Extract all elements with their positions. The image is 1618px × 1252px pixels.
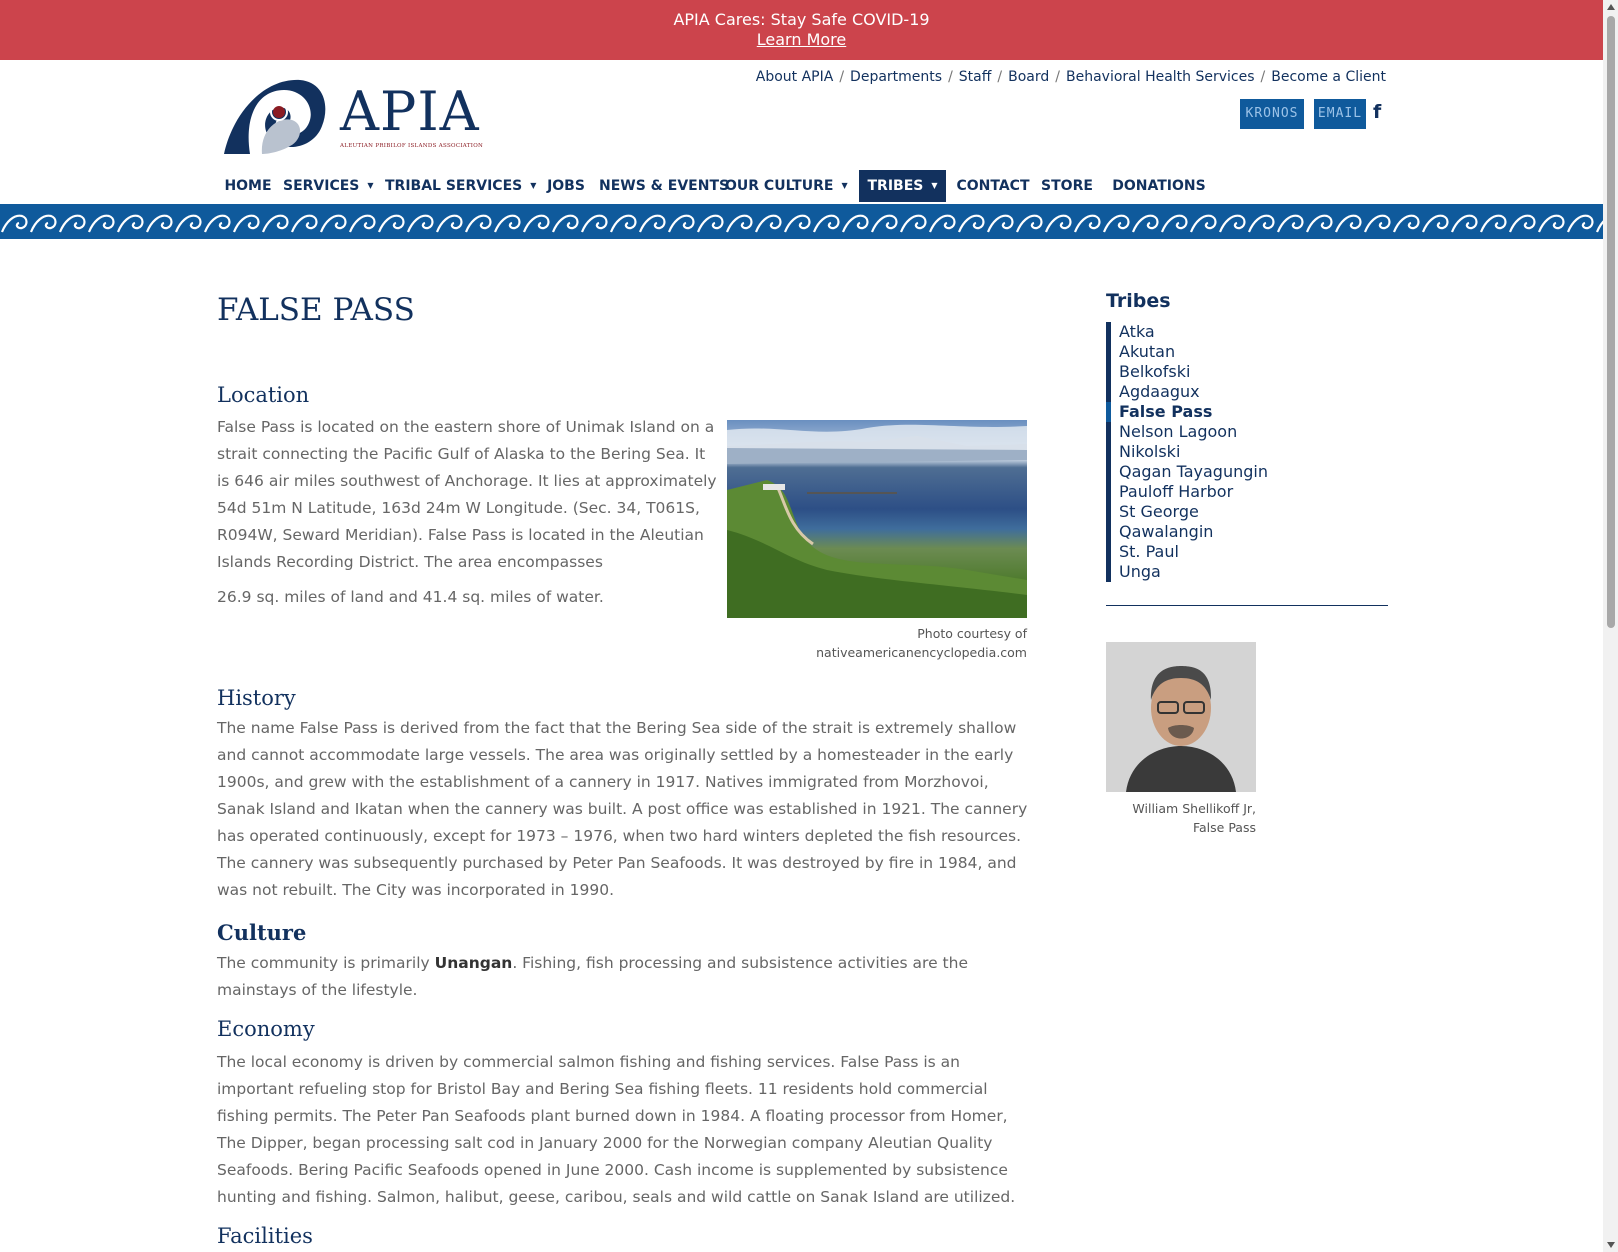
tribe-list: Atka Akutan Belkofski Agdaagux False Pas… [1106, 322, 1268, 582]
covid-alert-banner: APIA Cares: Stay Safe COVID-19 Learn Mor… [0, 0, 1603, 60]
history-heading: History [217, 686, 296, 710]
photo-caption: Photo courtesy of nativeamericanencyclop… [727, 624, 1027, 662]
tribe-link-qagan-tayagungin[interactable]: Qagan Tayagungin [1106, 462, 1268, 482]
nav-news-events[interactable]: NEWS & EVENTS [599, 170, 729, 202]
alert-text: APIA Cares: Stay Safe COVID-19 [673, 10, 930, 29]
economy-heading: Economy [217, 1017, 315, 1041]
caret-down-icon: ▼ [841, 181, 848, 190]
portrait-caption-name: William Shellikoff Jr, [1132, 801, 1256, 816]
caret-down-icon: ▼ [367, 181, 374, 190]
page-title: FALSE PASS [217, 292, 415, 328]
learn-more-link[interactable]: Learn More [757, 30, 846, 49]
nav-news-events-label: NEWS & EVENTS [599, 178, 730, 194]
page-scrollbar[interactable] [1603, 0, 1618, 1252]
tribe-link-belkofski[interactable]: Belkofski [1106, 362, 1268, 382]
nav-donations-label: DONATIONS [1112, 178, 1206, 194]
wave-swirl-icon [224, 79, 326, 154]
economy-text: The local economy is driven by commercia… [217, 1053, 1016, 1206]
tribe-link-qawalangin[interactable]: Qawalangin [1106, 522, 1268, 542]
utility-link-behavioral-health[interactable]: Behavioral Health Services [1066, 69, 1255, 85]
nav-jobs-label: JOBS [547, 178, 585, 194]
location-text-area: 26.9 sq. miles of land and 41.4 sq. mile… [217, 588, 604, 606]
landscape-image [727, 424, 1027, 618]
utility-link-about[interactable]: About APIA [756, 69, 834, 85]
false-pass-photo [727, 420, 1027, 618]
tribe-link-agdaagux[interactable]: Agdaagux [1106, 382, 1268, 402]
nav-tribal-services-label: TRIBAL SERVICES [385, 178, 523, 194]
tribe-link-akutan[interactable]: Akutan [1106, 342, 1268, 362]
location-heading: Location [217, 383, 310, 407]
tribe-link-nelson-lagoon[interactable]: Nelson Lagoon [1106, 422, 1268, 442]
nav-our-culture[interactable]: OUR CULTURE ▼ [725, 170, 848, 202]
tribe-link-unga[interactable]: Unga [1106, 562, 1268, 582]
scrollbar-thumb[interactable] [1607, 16, 1615, 628]
facilities-heading: Facilities [217, 1224, 313, 1248]
nav-our-culture-label: OUR CULTURE [725, 178, 834, 194]
utility-link-become-client[interactable]: Become a Client [1271, 69, 1386, 85]
apia-logo[interactable]: APIA ALEUTIAN PRIBILOF ISLANDS ASSOCIATI… [222, 76, 492, 156]
portrait-caption: William Shellikoff Jr, False Pass [1106, 799, 1256, 837]
person-photo [1106, 642, 1256, 792]
culture-text-pre: The community is primarily [217, 954, 435, 972]
nav-tribal-services[interactable]: TRIBAL SERVICES ▼ [385, 170, 536, 202]
nav-jobs[interactable]: JOBS [543, 170, 589, 202]
culture-text-unangan: Unangan [434, 954, 513, 972]
scroll-up-icon[interactable] [1607, 4, 1615, 10]
nav-contact-label: CONTACT [956, 178, 1030, 194]
nav-tribes-label: TRIBES [867, 178, 924, 194]
tribe-link-false-pass[interactable]: False Pass [1106, 402, 1268, 422]
utility-link-board[interactable]: Board [1008, 69, 1049, 85]
nav-store-label: STORE [1041, 178, 1093, 194]
sidebar-title: Tribes [1106, 290, 1171, 312]
photo-caption-line-1: Photo courtesy of [917, 626, 1027, 641]
nav-store[interactable]: STORE [1039, 170, 1095, 202]
tribe-link-st-george[interactable]: St George [1106, 502, 1268, 522]
location-text: False Pass is located on the eastern sho… [217, 418, 717, 571]
nav-donations[interactable]: DONATIONS [1103, 170, 1215, 202]
separator: / [948, 69, 953, 85]
nav-services-label: SERVICES [283, 178, 360, 194]
separator: / [997, 69, 1003, 85]
separator: / [1260, 69, 1266, 85]
council-member-portrait [1106, 642, 1256, 792]
nav-contact[interactable]: CONTACT [954, 170, 1032, 202]
nav-services[interactable]: SERVICES ▼ [283, 170, 374, 202]
tribe-link-atka[interactable]: Atka [1106, 322, 1268, 342]
caret-down-icon: ▼ [530, 181, 537, 190]
wave-pattern-band [0, 204, 1603, 239]
facebook-icon[interactable]: f [1373, 99, 1381, 125]
caret-down-icon: ▼ [931, 181, 938, 190]
separator: / [1055, 69, 1060, 85]
tribe-link-nikolski[interactable]: Nikolski [1106, 442, 1268, 462]
logo-wordmark: APIA [340, 80, 480, 143]
tribe-link-pauloff-harbor[interactable]: Pauloff Harbor [1106, 482, 1268, 502]
utility-nav: About APIA / Departments / Staff / Board / Behav… [756, 69, 1386, 85]
history-text: The name False Pass is derived from the … [217, 719, 1028, 899]
utility-link-staff[interactable]: Staff [959, 69, 992, 85]
kronos-button[interactable]: KRONOS [1240, 99, 1304, 129]
scroll-down-icon[interactable] [1607, 1242, 1615, 1248]
culture-heading: Culture [217, 920, 307, 945]
portrait-caption-tribe: False Pass [1192, 820, 1256, 835]
nav-home[interactable]: HOME [217, 170, 279, 202]
separator: / [839, 69, 845, 85]
nav-home-label: HOME [224, 178, 272, 194]
email-button[interactable]: EMAIL [1314, 99, 1366, 129]
sidebar-divider [1106, 605, 1388, 606]
nav-tribes[interactable]: TRIBES ▼ [859, 170, 946, 202]
photo-caption-line-2: nativeamericanencyclopedia.com [816, 645, 1027, 660]
culture-text: The community is primarily Unangan. Fish… [217, 950, 1037, 1004]
wave-pattern [0, 207, 1603, 236]
logo-subtitle: ALEUTIAN PRIBILOF ISLANDS ASSOCIATION [340, 143, 484, 149]
tribe-link-st-paul[interactable]: St. Paul [1106, 542, 1268, 562]
utility-link-departments[interactable]: Departments [850, 69, 942, 85]
